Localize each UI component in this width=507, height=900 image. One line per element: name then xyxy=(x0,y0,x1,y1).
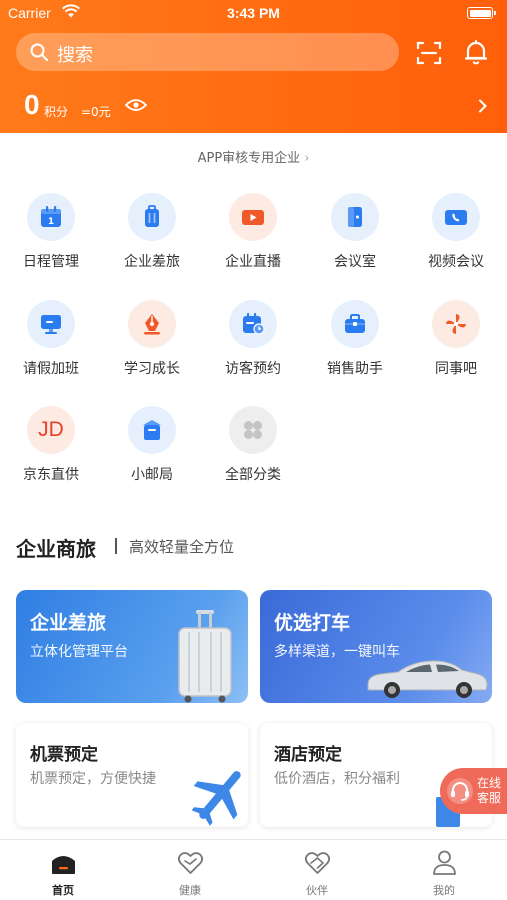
taxi-card[interactable]: 优选打车 多样渠道，一键叫车 xyxy=(260,590,492,703)
grid-item-visitor-booking[interactable]: 访客预约 xyxy=(203,300,303,378)
grid-item-label: 企业差旅 xyxy=(124,254,180,270)
scan-icon[interactable] xyxy=(416,40,442,66)
search-bar[interactable]: 搜索 xyxy=(16,33,399,71)
tab-label: 首页 xyxy=(52,884,74,897)
card-subtitle: 机票预定，方便快捷 xyxy=(30,771,156,787)
grid-item-label: 同事吧 xyxy=(435,361,477,377)
airplane-icon xyxy=(191,771,241,826)
jd-icon-text: JD xyxy=(38,418,64,441)
jd-icon: JD xyxy=(27,406,75,454)
grid-item-all-categories[interactable]: 全部分类 xyxy=(203,406,303,484)
online-service-button[interactable]: 在线 客服 xyxy=(440,768,507,814)
battery-icon xyxy=(467,7,496,19)
pinwheel-icon xyxy=(432,300,480,348)
points-value: 0 xyxy=(24,89,40,120)
visitor-calendar-icon xyxy=(229,300,277,348)
suitcase-icon xyxy=(128,193,176,241)
grid-item-label: 京东直供 xyxy=(23,467,79,483)
search-icon xyxy=(30,43,49,62)
grid-item-colleagues[interactable]: 同事吧 xyxy=(406,300,506,378)
grid-item-sales-assistant[interactable]: 销售助手 xyxy=(305,300,405,378)
tab-profile[interactable]: 我的 xyxy=(381,840,507,900)
status-time: 3:43 PM xyxy=(227,5,280,21)
headset-icon xyxy=(447,778,473,804)
eye-icon[interactable] xyxy=(125,97,147,113)
tab-home[interactable]: 首页 xyxy=(0,840,126,900)
company-selector[interactable]: APP审核专用企业 › xyxy=(0,147,507,166)
grid-item-label: 企业直播 xyxy=(225,254,281,270)
card-title: 机票预定 xyxy=(30,745,98,765)
points-unit: 积分 xyxy=(44,105,69,119)
home-icon xyxy=(52,856,75,874)
grid-item-label: 小邮局 xyxy=(131,467,173,483)
online-service-line1: 在线 xyxy=(477,776,502,790)
grid-item-label: 学习成长 xyxy=(124,361,180,377)
tab-label: 健康 xyxy=(179,884,201,897)
card-subtitle: 立体化管理平台 xyxy=(30,644,128,660)
pen-nib-icon xyxy=(128,300,176,348)
mailbox-icon xyxy=(128,406,176,454)
door-icon xyxy=(331,193,379,241)
tab-label: 伙伴 xyxy=(306,884,328,897)
grid-item-label: 会议室 xyxy=(334,254,376,270)
business-travel-card[interactable]: 企业差旅 立体化管理平台 xyxy=(16,590,248,703)
status-bar: Carrier 3:43 PM xyxy=(0,0,507,28)
calendar-icon: 1 xyxy=(27,193,75,241)
tab-health[interactable]: 健康 xyxy=(127,840,253,900)
heart-icon xyxy=(177,852,204,874)
flight-booking-card[interactable]: 机票预定 机票预定，方便快捷 xyxy=(16,723,248,827)
grid-item-meeting-room[interactable]: 会议室 xyxy=(305,193,405,271)
header: Carrier 3:43 PM 搜索 0 积分 =0元 xyxy=(0,0,507,133)
grid-item-post-office[interactable]: 小邮局 xyxy=(102,406,202,484)
section-title: 企业商旅 xyxy=(16,537,96,561)
bottom-tab-bar: 首页 健康 伙伴 我的 xyxy=(0,839,507,900)
grid-item-label: 日程管理 xyxy=(23,254,79,270)
grid-item-label: 视频会议 xyxy=(428,254,484,270)
card-title: 企业差旅 xyxy=(30,612,107,634)
grid-item-video-conference[interactable]: 视频会议 xyxy=(406,193,506,271)
video-call-icon xyxy=(432,193,480,241)
points-yuan-value: =0元 xyxy=(81,105,111,119)
search-placeholder: 搜索 xyxy=(57,45,93,66)
section-divider xyxy=(115,538,117,554)
card-subtitle: 低价酒店，积分福利 xyxy=(274,771,400,787)
tab-partner[interactable]: 伙伴 xyxy=(254,840,380,900)
grid-item-business-travel[interactable]: 企业差旅 xyxy=(102,193,202,271)
grid-item-label: 销售助手 xyxy=(327,361,383,377)
car-icon xyxy=(367,660,488,698)
profile-icon xyxy=(433,850,456,875)
online-service-label: 在线 客服 xyxy=(477,776,505,806)
chevron-right-icon: › xyxy=(304,151,310,166)
grid-item-schedule[interactable]: 1 日程管理 xyxy=(1,193,101,271)
chevron-right-icon[interactable] xyxy=(478,99,488,113)
grid-item-label: 全部分类 xyxy=(225,467,281,483)
grid-item-label: 访客预约 xyxy=(225,361,281,377)
all-categories-icon xyxy=(229,406,277,454)
section-subtitle: 高效轻量全方位 xyxy=(129,538,235,556)
grid-item-jd-supply[interactable]: JD 京东直供 xyxy=(1,406,101,484)
grid-item-label: 请假加班 xyxy=(23,361,79,377)
company-name: APP审核专用企业 xyxy=(197,151,301,166)
svg-text:1: 1 xyxy=(48,217,54,227)
grid-item-leave-overtime[interactable]: 请假加班 xyxy=(1,300,101,378)
tab-label: 我的 xyxy=(433,884,455,897)
card-title: 酒店预定 xyxy=(274,745,342,765)
online-service-line2: 客服 xyxy=(477,791,502,805)
grid-item-live-stream[interactable]: 企业直播 xyxy=(203,193,303,271)
card-title: 优选打车 xyxy=(274,612,351,634)
live-video-icon xyxy=(229,193,277,241)
luggage-icon xyxy=(178,610,232,703)
bell-icon[interactable] xyxy=(463,39,489,65)
briefcase-icon xyxy=(331,300,379,348)
partner-heart-icon xyxy=(304,852,331,874)
grid-item-learning[interactable]: 学习成长 xyxy=(102,300,202,378)
monitor-icon xyxy=(27,300,75,348)
